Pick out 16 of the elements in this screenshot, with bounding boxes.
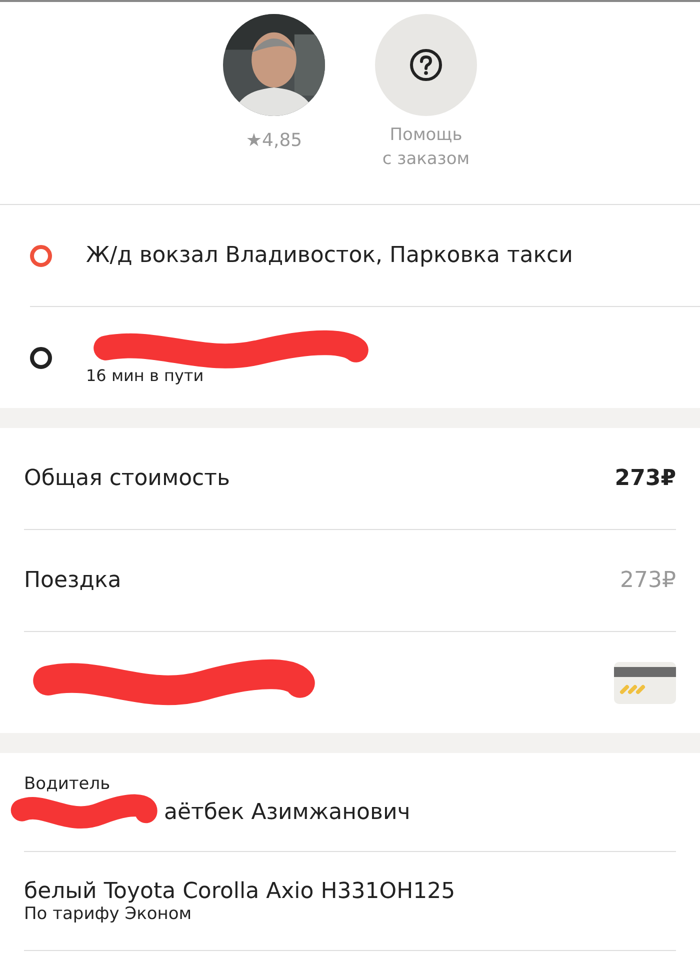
price-label: Поездка <box>24 568 122 593</box>
route-point-icon <box>30 346 52 368</box>
car-description: белый Toyota Corolla Axio Н331ОН125 <box>24 878 456 904</box>
price-label: Общая стоимость <box>24 466 230 491</box>
price-value: 273₽ <box>620 568 676 593</box>
driver-name: аётбек Азимжанович <box>164 800 410 824</box>
address-text: Ж/д вокзал Владивосток, Парковка такси <box>86 243 573 268</box>
price-value: 273₽ <box>614 466 676 491</box>
question-icon <box>409 48 443 82</box>
driver-rating: ★4,85 <box>246 130 302 151</box>
driver-caption: Водитель <box>24 774 112 794</box>
help-label: Помощь с заказом <box>382 124 470 171</box>
trip-duration: 16 мин в пути <box>86 366 205 385</box>
credit-card-icon <box>614 662 676 704</box>
route-point-icon <box>30 244 52 266</box>
tariff-text: По тарифу Эконом <box>24 904 193 924</box>
